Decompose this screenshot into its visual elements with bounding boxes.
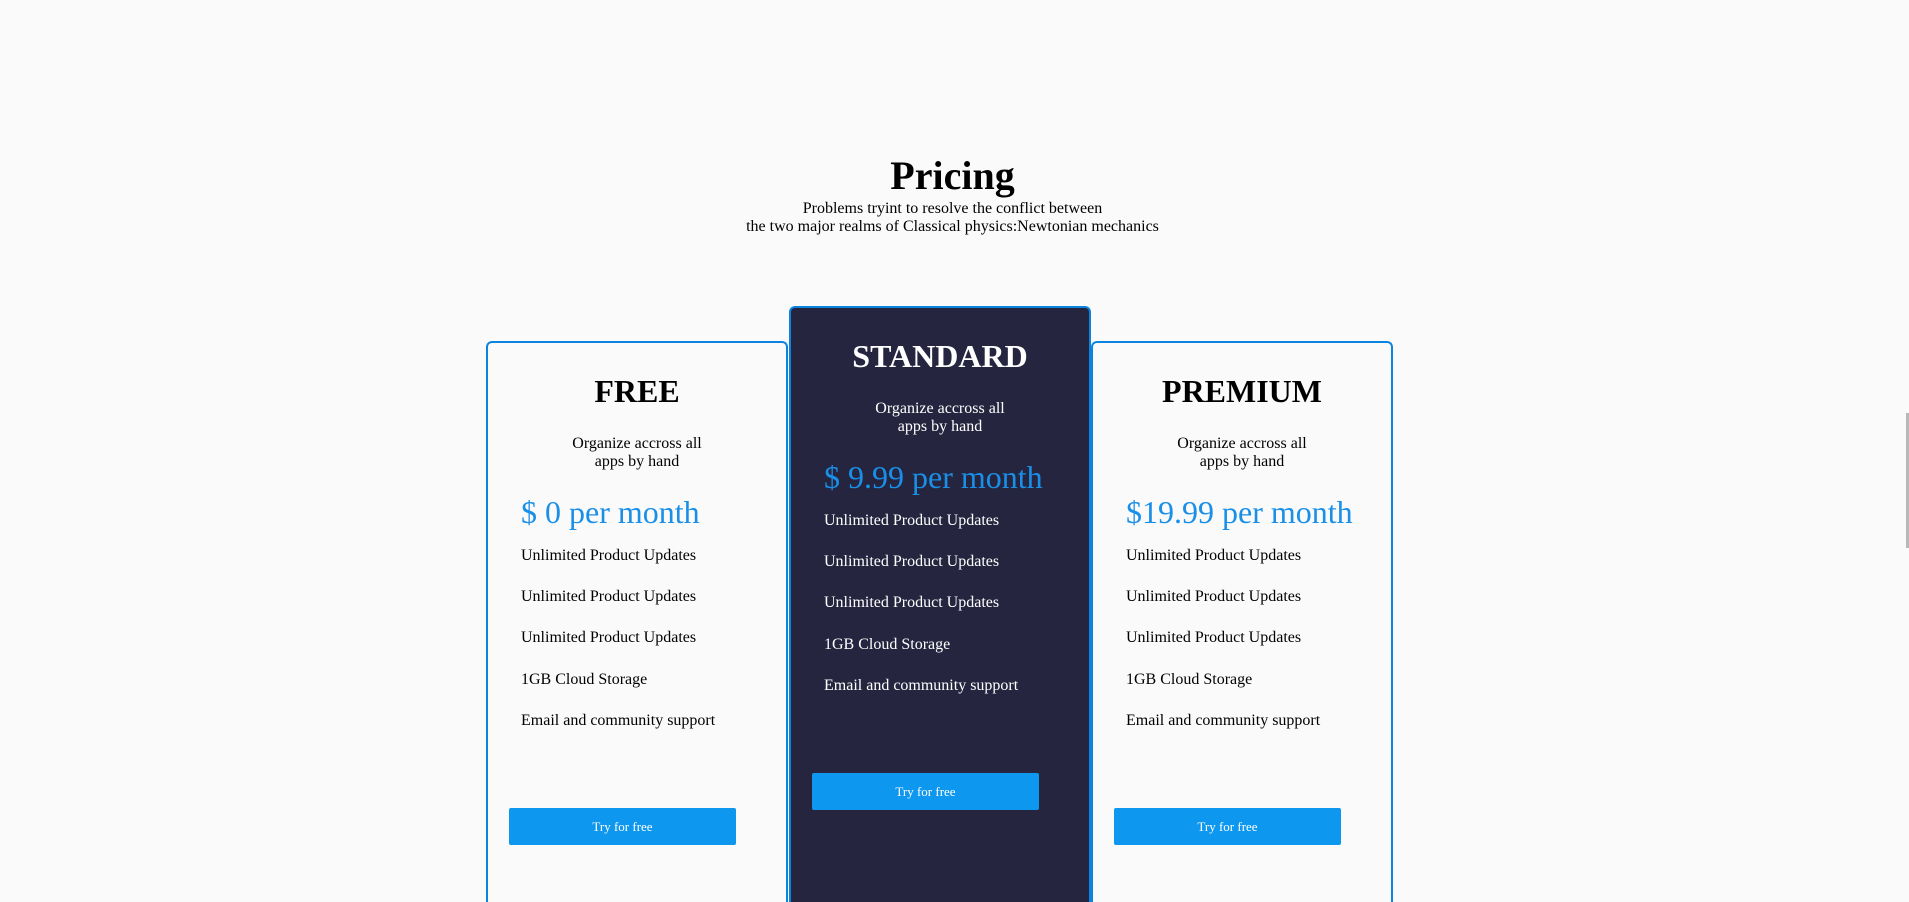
try-premium-button[interactable]: Try for free [1114, 808, 1341, 845]
plan-description: Organize accross all apps by hand [791, 400, 1089, 436]
feature-item: Unlimited Product Updates [824, 553, 1000, 570]
plan-description-line-2: apps by hand [1199, 453, 1285, 470]
plan-description-line-1: Organize accross all [572, 435, 702, 452]
plan-price: $19.99 per month [1126, 494, 1353, 530]
plan-card-free: FREE Organize accross all apps by hand $… [486, 341, 788, 902]
feature-item: Unlimited Product Updates [1126, 588, 1302, 605]
feature-item: Unlimited Product Updates [1126, 629, 1302, 646]
plan-card-standard: STANDARD Organize accross all apps by ha… [789, 306, 1091, 902]
feature-item: 1GB Cloud Storage [824, 636, 951, 653]
feature-item: Unlimited Product Updates [521, 547, 697, 564]
feature-list: Unlimited Product Updates Unlimited Prod… [521, 547, 786, 730]
plan-name: FREE [594, 373, 680, 409]
page-title: Pricing [890, 153, 1015, 198]
subtitle-line-2: the two major realms of Classical physic… [746, 218, 1159, 235]
vertical-scrollbar[interactable] [1905, 0, 1909, 902]
plan-description-line-2: apps by hand [897, 418, 983, 435]
plan-description-line-1: Organize accross all [1177, 435, 1307, 452]
feature-list: Unlimited Product Updates Unlimited Prod… [824, 512, 1089, 695]
feature-list: Unlimited Product Updates Unlimited Prod… [1126, 547, 1391, 730]
plan-description: Organize accross all apps by hand [1093, 435, 1391, 471]
feature-item: 1GB Cloud Storage [521, 671, 648, 688]
feature-item: Unlimited Product Updates [1126, 547, 1302, 564]
plan-description-line-1: Organize accross all [875, 400, 1005, 417]
plan-name: PREMIUM [1162, 373, 1322, 409]
plan-name: STANDARD [852, 338, 1028, 374]
feature-item: Email and community support [824, 677, 1019, 694]
pricing-header: Pricing Problems tryint to resolve the c… [0, 152, 1905, 236]
plan-price: $ 9.99 per month [824, 459, 1043, 495]
feature-item: 1GB Cloud Storage [1126, 671, 1253, 688]
feature-item: Email and community support [1126, 712, 1321, 729]
feature-item: Unlimited Product Updates [824, 512, 1000, 529]
feature-item: Unlimited Product Updates [824, 594, 1000, 611]
pricing-page: Pricing Problems tryint to resolve the c… [0, 0, 1909, 902]
feature-item: Unlimited Product Updates [521, 629, 697, 646]
feature-item: Email and community support [521, 712, 716, 729]
plan-description-line-2: apps by hand [594, 453, 680, 470]
plan-price: $ 0 per month [521, 494, 700, 530]
subtitle-line-1: Problems tryint to resolve the conflict … [802, 200, 1103, 217]
plan-card-premium: PREMIUM Organize accross all apps by han… [1091, 341, 1393, 902]
feature-item: Unlimited Product Updates [521, 588, 697, 605]
plan-description: Organize accross all apps by hand [488, 435, 786, 471]
try-standard-button[interactable]: Try for free [812, 773, 1039, 810]
try-free-button[interactable]: Try for free [509, 808, 736, 845]
page-subtitle: Problems tryint to resolve the conflict … [0, 200, 1905, 236]
